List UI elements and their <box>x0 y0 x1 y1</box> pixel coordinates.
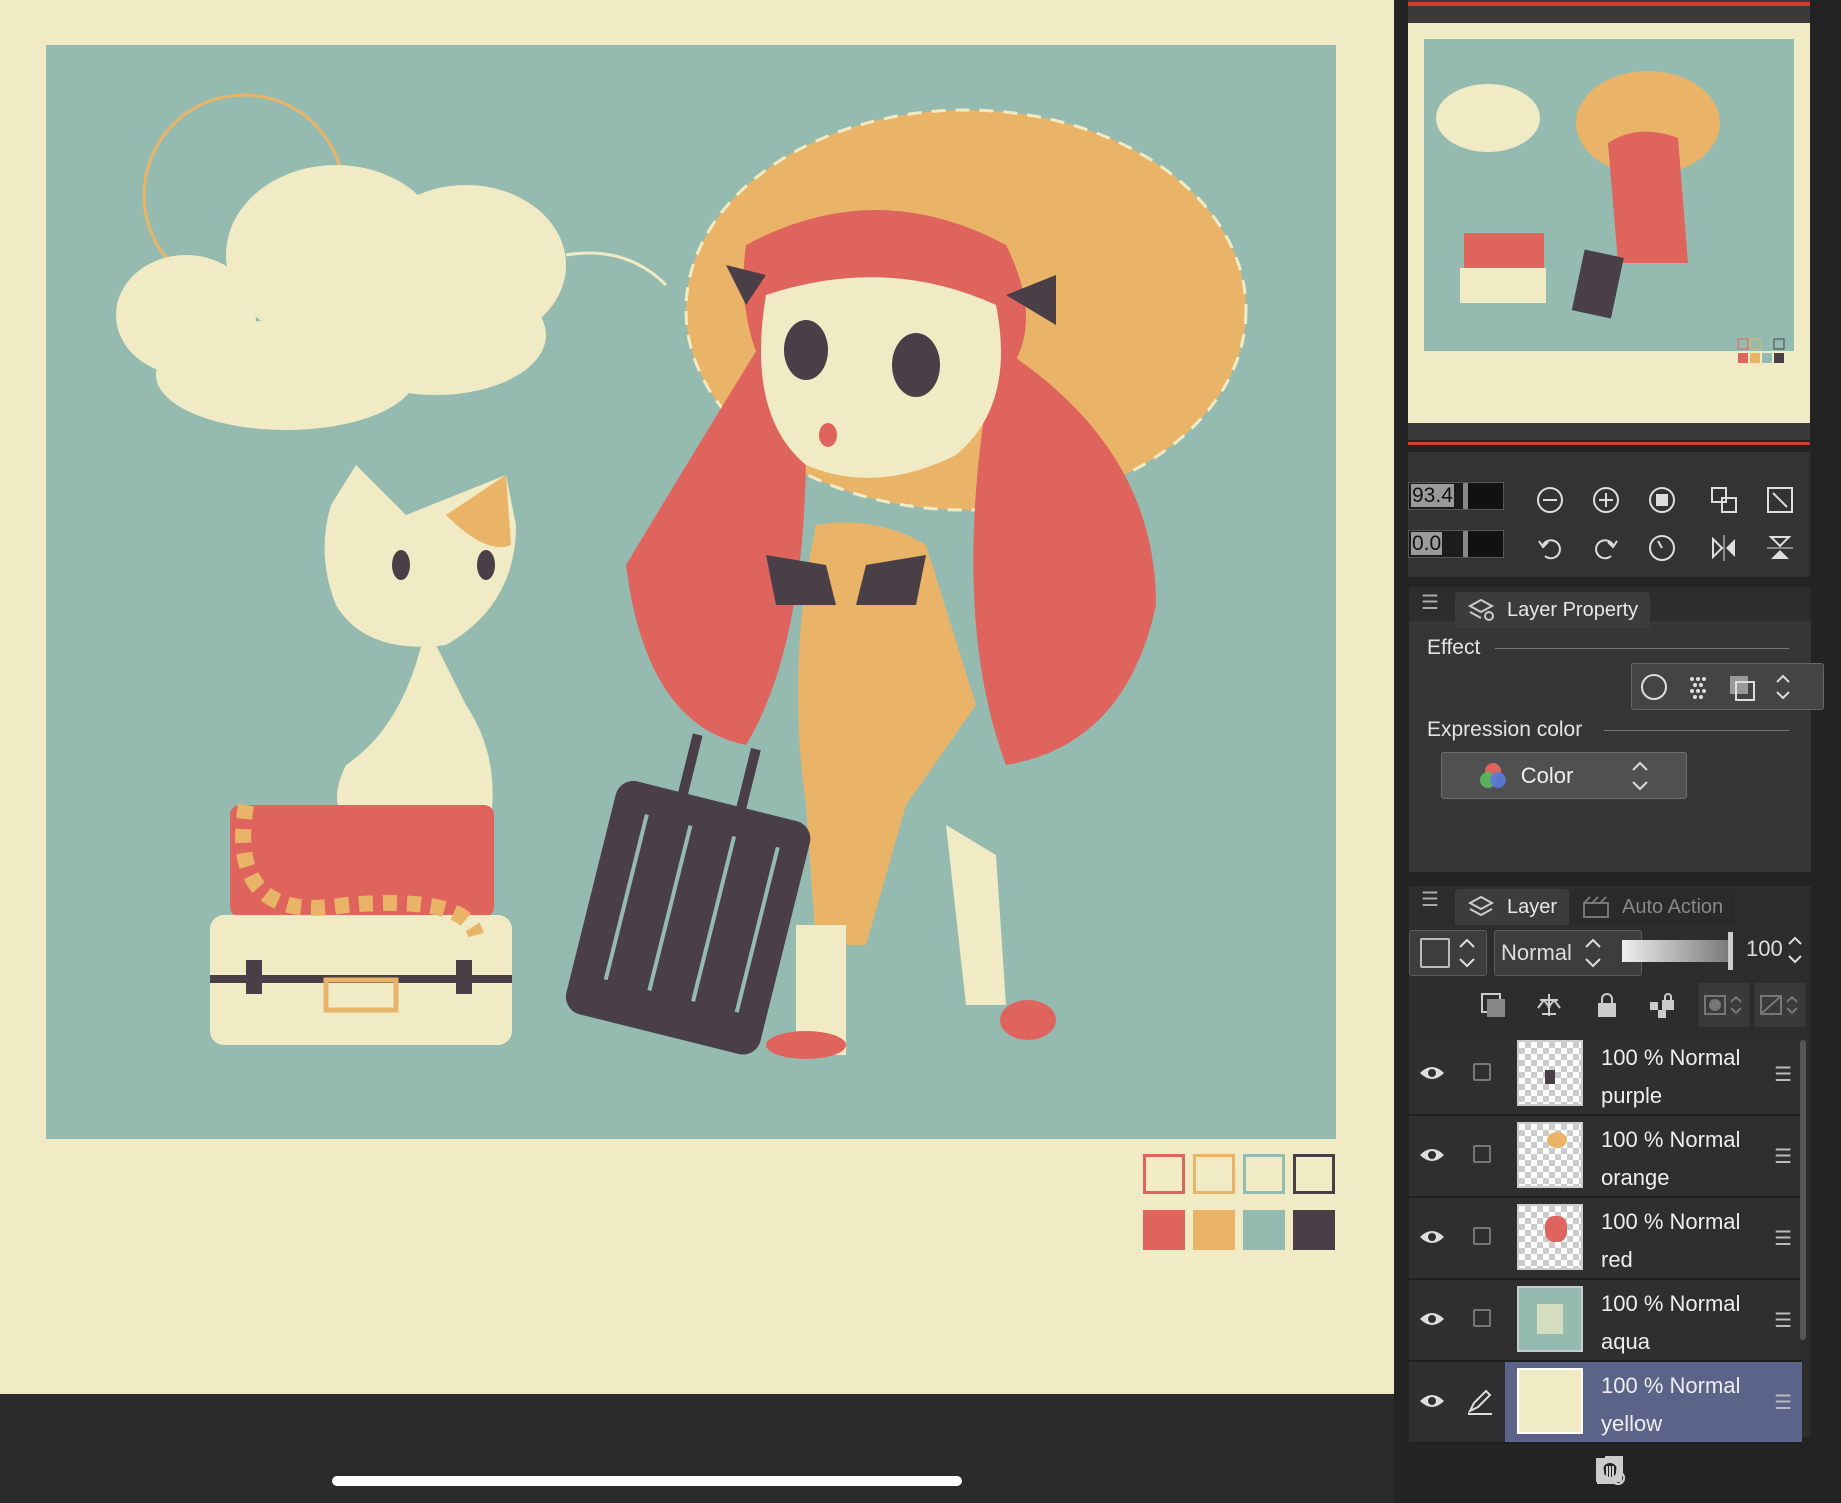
layer-mode-label: 100 % Normal <box>1601 1291 1741 1316</box>
clip-to-lower-layer-icon[interactable] <box>1475 987 1511 1023</box>
zoom-out-icon[interactable] <box>1532 482 1568 518</box>
stepper-icon <box>1459 938 1475 968</box>
palette-outline-red <box>1143 1154 1185 1194</box>
eye-icon[interactable] <box>1417 1058 1447 1088</box>
effect-selector[interactable] <box>1631 663 1824 710</box>
palette-fill-orange <box>1193 1210 1235 1250</box>
square-icon <box>1420 938 1450 968</box>
lock-transparent-pixels-icon[interactable] <box>1645 987 1681 1023</box>
reference-layer-icon[interactable] <box>1531 987 1567 1023</box>
bottom-bar <box>0 1394 1394 1503</box>
tab-layer[interactable]: Layer <box>1455 889 1570 925</box>
artwork-illustration[interactable] <box>46 45 1336 1139</box>
layer-row-selected[interactable]: 100 % Normal yellow ☰ <box>1409 1362 1802 1444</box>
layer-checkbox[interactable] <box>1473 1145 1491 1163</box>
layer-name: red <box>1601 1247 1633 1272</box>
opacity-value[interactable]: 100 <box>1746 936 1783 962</box>
rotate-field[interactable]: 0.0 <box>1408 530 1504 558</box>
layer-row[interactable]: 100 % Normal purple ☰ <box>1409 1034 1802 1116</box>
rotate-right-icon[interactable] <box>1588 530 1624 566</box>
navigator-bottom-rule <box>1408 442 1810 445</box>
ruler-display-icon[interactable] <box>1755 983 1805 1027</box>
blend-mode-select[interactable]: Normal <box>1494 930 1642 976</box>
fit-screen-icon[interactable] <box>1644 482 1680 518</box>
eye-icon[interactable] <box>1417 1386 1447 1416</box>
drag-handle-icon[interactable]: ☰ <box>1774 1062 1792 1087</box>
layer-thumbnail <box>1517 1122 1583 1188</box>
pen-icon <box>1465 1386 1495 1416</box>
drag-handle-icon[interactable]: ☰ <box>1774 1308 1792 1333</box>
layer-mode-label: 100 % Normal <box>1601 1045 1741 1070</box>
layer-name: purple <box>1601 1083 1663 1108</box>
actual-size-icon[interactable] <box>1762 482 1798 518</box>
drag-handle-icon[interactable]: ☰ <box>1774 1144 1792 1169</box>
drag-handle-icon[interactable]: ☰ <box>1774 1390 1792 1415</box>
reset-rotation-icon[interactable] <box>1644 530 1680 566</box>
expression-color-label: Expression color <box>1427 718 1583 741</box>
tab-layer-property[interactable]: Layer Property <box>1455 592 1651 628</box>
effect-rule <box>1495 648 1789 649</box>
tab-auto-action[interactable]: Auto Action <box>1570 889 1736 925</box>
flip-horizontal-icon[interactable] <box>1706 530 1742 566</box>
layer-checkbox[interactable] <box>1473 1309 1491 1327</box>
home-indicator[interactable] <box>332 1476 962 1486</box>
layer-checkbox[interactable] <box>1473 1063 1491 1081</box>
opacity-slider-knob[interactable] <box>1728 932 1733 970</box>
layer-row[interactable]: 100 % Normal orange ☰ <box>1409 1116 1802 1198</box>
flip-vertical-icon[interactable] <box>1762 530 1798 566</box>
layer-scrollbar[interactable] <box>1800 1040 1806 1340</box>
drag-handle-icon[interactable]: ☰ <box>1774 1226 1792 1251</box>
navigator-preview[interactable] <box>1408 23 1810 423</box>
palette-outline-aqua <box>1243 1154 1285 1194</box>
canvas-area[interactable] <box>0 0 1394 1394</box>
eye-icon[interactable] <box>1417 1304 1447 1334</box>
expression-color-select[interactable]: Color <box>1441 752 1687 799</box>
opacity-slider[interactable] <box>1622 940 1732 962</box>
layer-mode-label: 100 % Normal <box>1601 1209 1741 1234</box>
eye-icon[interactable] <box>1417 1140 1447 1170</box>
layer-mode-label: 100 % Normal <box>1601 1127 1741 1152</box>
fit-window-icon[interactable] <box>1706 482 1742 518</box>
lock-icon[interactable] <box>1589 987 1625 1023</box>
layer-thumbnail <box>1517 1204 1583 1270</box>
palette-outline-orange <box>1193 1154 1235 1194</box>
layer-mode-label: 100 % Normal <box>1601 1373 1741 1398</box>
navigator-top-rule <box>1408 2 1810 6</box>
opacity-stepper-icon[interactable] <box>1786 932 1804 968</box>
layer-row[interactable]: 100 % Normal aqua ☰ <box>1409 1280 1802 1362</box>
rgb-color-icon <box>1479 762 1506 788</box>
zoom-field[interactable]: 93.4 <box>1408 482 1504 510</box>
layer-name: aqua <box>1601 1329 1650 1354</box>
palette-fill-red <box>1143 1210 1185 1250</box>
navigator-panel <box>1408 0 1810 445</box>
rotate-left-icon[interactable] <box>1532 530 1568 566</box>
layer-panel-menu-icon[interactable]: ☰ <box>1421 887 1439 912</box>
auto-action-icon <box>1583 896 1609 918</box>
layers-icon <box>1467 895 1495 917</box>
layer-bottom-toolbar <box>1409 1437 1811 1503</box>
layer-thumbnail <box>1517 1286 1583 1352</box>
panel-menu-icon[interactable]: ☰ <box>1421 590 1439 615</box>
layer-row[interactable]: 100 % Normal red ☰ <box>1409 1198 1802 1280</box>
effect-label: Effect <box>1427 636 1481 659</box>
layer-property-icon <box>1467 598 1495 621</box>
delete-layer-icon[interactable] <box>1592 1452 1628 1488</box>
layer-color-toggle[interactable] <box>1409 930 1487 976</box>
palette-outline-purple <box>1293 1154 1335 1194</box>
layer-thumbnail <box>1517 1368 1583 1434</box>
layer-thumbnail <box>1517 1040 1583 1106</box>
expression-rule <box>1604 730 1789 731</box>
eye-icon[interactable] <box>1417 1222 1447 1252</box>
stepper-icon <box>1632 761 1648 790</box>
zoom-in-icon[interactable] <box>1588 482 1624 518</box>
navigator-controls: 93.4 0.0 <box>1408 452 1810 577</box>
palette-fill-purple <box>1293 1210 1335 1250</box>
enable-mask-icon[interactable] <box>1699 983 1749 1027</box>
stepper-icon <box>1585 938 1601 968</box>
layer-checkbox[interactable] <box>1473 1227 1491 1245</box>
palette-fill-aqua <box>1243 1210 1285 1250</box>
layer-name: orange <box>1601 1165 1670 1190</box>
layer-tool-row <box>1409 980 1811 1030</box>
